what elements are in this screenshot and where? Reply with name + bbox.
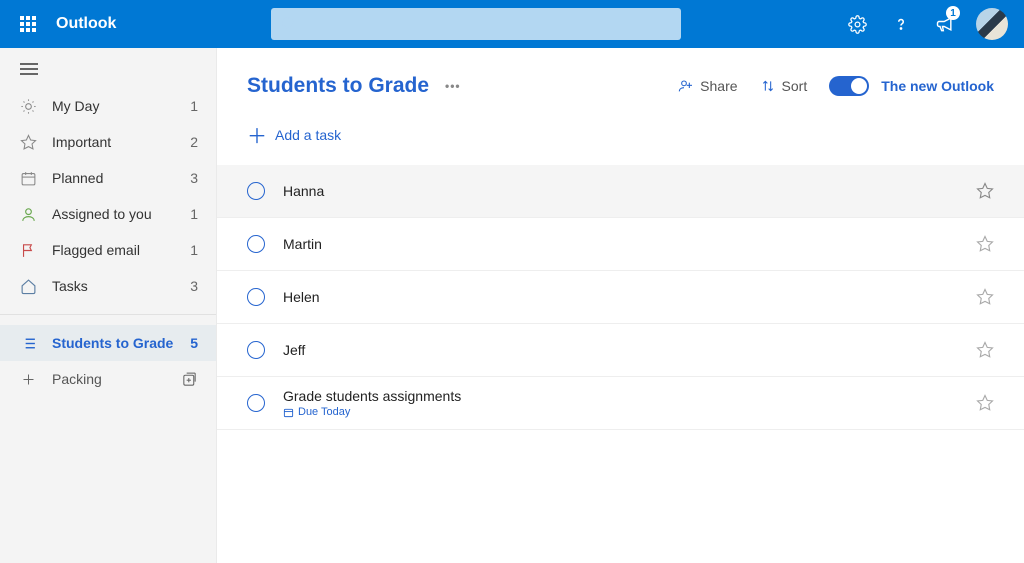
share-icon xyxy=(678,78,694,94)
sidebar-item-label: Important xyxy=(52,134,190,150)
sidebar-item-count: 1 xyxy=(190,98,198,114)
sidebar-item-label: Assigned to you xyxy=(52,206,190,222)
task-row[interactable]: Helen xyxy=(217,271,1024,324)
plus-icon: ＋ xyxy=(247,120,275,149)
calendar-small-icon xyxy=(283,407,294,418)
sidebar-list-students-to-grade[interactable]: Students to Grade 5 xyxy=(0,325,216,361)
list-title: Students to Grade xyxy=(247,74,429,98)
sidebar-item-label: Packing xyxy=(52,371,181,387)
sidebar-item-label: Planned xyxy=(52,170,190,186)
task-row[interactable]: Hanna xyxy=(217,165,1024,218)
star-icon xyxy=(18,134,38,151)
new-outlook-toggle[interactable] xyxy=(829,76,869,96)
new-outlook-toggle-label: The new Outlook xyxy=(881,78,994,94)
task-complete-radio[interactable] xyxy=(247,182,265,200)
task-title: Martin xyxy=(283,236,976,252)
sidebar-item-tasks[interactable]: Tasks 3 xyxy=(0,268,216,304)
task-complete-radio[interactable] xyxy=(247,288,265,306)
gear-icon xyxy=(848,15,867,34)
home-icon xyxy=(18,278,38,295)
search-box[interactable] xyxy=(271,8,681,40)
sidebar-item-important[interactable]: Important 2 xyxy=(0,124,216,160)
sidebar-item-my-day[interactable]: My Day 1 xyxy=(0,88,216,124)
sidebar-toggle-button[interactable] xyxy=(0,62,216,88)
new-group-icon[interactable] xyxy=(181,371,198,388)
sun-icon xyxy=(18,98,38,115)
settings-button[interactable] xyxy=(836,3,878,45)
sidebar-item-planned[interactable]: Planned 3 xyxy=(0,160,216,196)
list-options-button[interactable]: ••• xyxy=(445,79,461,93)
sidebar-item-label: Students to Grade xyxy=(52,335,190,351)
sidebar-item-count: 5 xyxy=(190,335,198,351)
waffle-icon xyxy=(20,16,36,32)
task-row[interactable]: Grade students assignments Due Today xyxy=(217,377,1024,430)
sidebar-item-count: 1 xyxy=(190,206,198,222)
task-complete-radio[interactable] xyxy=(247,341,265,359)
task-star-button[interactable] xyxy=(976,235,994,253)
announcements-button[interactable]: 1 xyxy=(924,3,966,45)
plus-icon xyxy=(18,372,38,387)
help-button[interactable] xyxy=(880,3,922,45)
more-icon: ••• xyxy=(445,79,461,93)
sidebar-item-label: My Day xyxy=(52,98,190,114)
help-icon xyxy=(892,15,910,33)
task-complete-radio[interactable] xyxy=(247,394,265,412)
sidebar-item-assigned[interactable]: Assigned to you 1 xyxy=(0,196,216,232)
search-input[interactable] xyxy=(271,8,681,40)
task-title: Hanna xyxy=(283,183,976,199)
task-row[interactable]: Martin xyxy=(217,218,1024,271)
main-content: Students to Grade ••• Share Sort xyxy=(217,48,1024,563)
task-row[interactable]: Jeff xyxy=(217,324,1024,377)
share-button[interactable]: Share xyxy=(678,78,737,94)
sort-icon xyxy=(760,78,776,94)
task-title: Grade students assignments xyxy=(283,388,976,404)
task-complete-radio[interactable] xyxy=(247,235,265,253)
sidebar-item-label: Flagged email xyxy=(52,242,190,258)
flag-icon xyxy=(18,242,38,259)
sidebar-item-label: Tasks xyxy=(52,278,190,294)
calendar-icon xyxy=(18,170,38,187)
sidebar-item-count: 2 xyxy=(190,134,198,150)
sidebar-divider xyxy=(0,314,216,315)
hamburger-icon xyxy=(20,68,38,70)
share-label: Share xyxy=(700,78,737,94)
person-icon xyxy=(18,206,38,223)
sort-label: Sort xyxy=(782,78,808,94)
app-launcher-button[interactable] xyxy=(8,4,48,44)
task-title: Jeff xyxy=(283,342,976,358)
sidebar-item-count: 3 xyxy=(190,278,198,294)
sidebar: My Day 1 Important 2 Planned 3 xyxy=(0,48,217,563)
task-star-button[interactable] xyxy=(976,288,994,306)
task-meta: Due Today xyxy=(283,406,976,418)
sidebar-list-packing[interactable]: Packing xyxy=(0,361,216,397)
sidebar-item-flagged[interactable]: Flagged email 1 xyxy=(0,232,216,268)
task-star-button[interactable] xyxy=(976,182,994,200)
task-star-button[interactable] xyxy=(976,341,994,359)
task-star-button[interactable] xyxy=(976,394,994,412)
account-avatar[interactable] xyxy=(976,8,1008,40)
sidebar-item-count: 3 xyxy=(190,170,198,186)
sort-button[interactable]: Sort xyxy=(760,78,808,94)
add-task-input[interactable]: ＋ Add a task xyxy=(217,108,1024,165)
list-icon xyxy=(18,335,38,352)
sidebar-item-count: 1 xyxy=(190,242,198,258)
app-header: Outlook 1 xyxy=(0,0,1024,48)
add-task-placeholder: Add a task xyxy=(275,127,341,143)
task-title: Helen xyxy=(283,289,976,305)
app-brand: Outlook xyxy=(56,15,116,33)
notification-badge: 1 xyxy=(946,6,960,20)
